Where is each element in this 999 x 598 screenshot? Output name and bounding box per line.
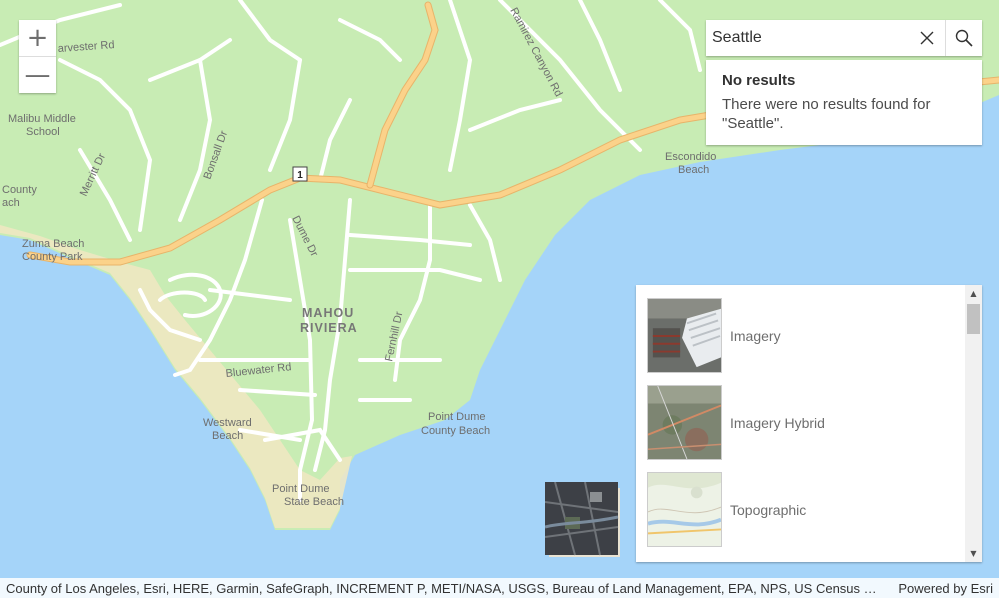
- label-malibu-middle-school-1: Malibu Middle: [8, 113, 76, 125]
- search-widget: [706, 20, 982, 56]
- close-icon: [920, 31, 934, 45]
- label-county-2: ach: [2, 197, 20, 209]
- topographic-thumbnail: [647, 472, 722, 547]
- clear-search-button[interactable]: [909, 20, 945, 56]
- label-zuma-beach-2: County Park: [22, 251, 83, 263]
- label-point-dume-state-1: Point Dume: [272, 483, 329, 495]
- basemap-item-imagery-hybrid[interactable]: Imagery Hybrid: [647, 385, 825, 460]
- label-malibu-middle-school-2: School: [26, 126, 60, 138]
- search-input[interactable]: [706, 20, 909, 56]
- label-escondido-beach-1: Escondido: [665, 151, 716, 163]
- label-zuma-beach-1: Zuma Beach: [22, 238, 84, 250]
- label-riviera: RIVIERA: [300, 321, 358, 335]
- basemap-label: Imagery Hybrid: [730, 414, 825, 431]
- label-point-dume-county-1: Point Dume: [428, 411, 485, 423]
- label-point-dume-state-2: State Beach: [284, 496, 344, 508]
- basemap-gallery: Imagery Imagery Hybrid Topographic ▲ ▼: [636, 285, 982, 562]
- search-icon: [955, 29, 973, 47]
- zoom-out-button[interactable]: —: [19, 56, 56, 93]
- imagery-thumbnail: [647, 298, 722, 373]
- route-1-shield: 1: [292, 166, 308, 182]
- label-county-1: County: [2, 184, 37, 196]
- search-button[interactable]: [945, 20, 982, 56]
- label-point-dume-county-2: County Beach: [421, 425, 490, 437]
- label-escondido-beach-2: Beach: [678, 164, 709, 176]
- gallery-scrollbar[interactable]: ▲ ▼: [965, 285, 982, 562]
- label-westward-beach-1: Westward: [203, 417, 252, 429]
- scroll-up-arrow-icon[interactable]: ▲: [965, 285, 982, 302]
- scrollbar-thumb[interactable]: [967, 304, 980, 334]
- label-mahou: MAHOU: [302, 306, 354, 320]
- basemap-item-imagery[interactable]: Imagery: [647, 298, 781, 373]
- zoom-control: + —: [19, 20, 56, 93]
- basemap-toggle[interactable]: [545, 482, 620, 557]
- no-results-panel: No results There were no results found f…: [706, 60, 982, 145]
- basemap-label: Imagery: [730, 327, 781, 344]
- no-results-message: There were no results found for "Seattle…: [722, 96, 931, 132]
- route-shield-label: 1: [297, 170, 303, 181]
- no-results-title: No results: [722, 72, 796, 89]
- label-westward-beach-2: Beach: [212, 430, 243, 442]
- powered-by-esri[interactable]: Powered by Esri: [898, 581, 993, 596]
- basemap-label: Topographic: [730, 501, 807, 518]
- attribution-bar: County of Los Angeles, Esri, HERE, Garmi…: [0, 578, 999, 598]
- zoom-in-button[interactable]: +: [19, 20, 56, 56]
- imagery-hybrid-thumbnail: [647, 385, 722, 460]
- basemap-item-topographic[interactable]: Topographic: [647, 472, 806, 547]
- attribution-sources[interactable]: County of Los Angeles, Esri, HERE, Garmi…: [6, 581, 882, 596]
- scroll-down-arrow-icon[interactable]: ▼: [965, 545, 982, 562]
